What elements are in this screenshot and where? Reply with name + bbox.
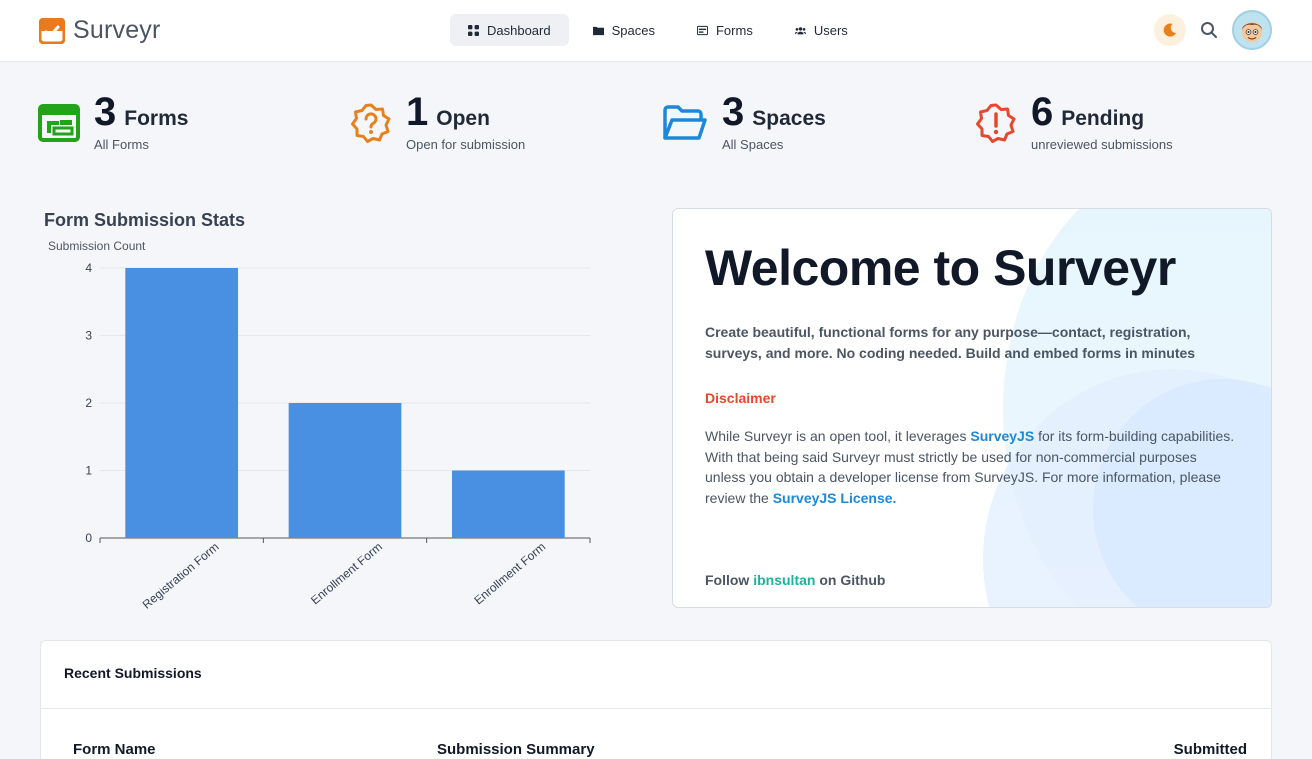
disclaimer-text-part1: While Surveyr is an open tool, it levera… — [705, 428, 971, 444]
stat-spaces: 3 Spaces All Spaces — [662, 92, 826, 152]
chart-y-tick-label: 1 — [85, 464, 92, 478]
welcome-title: Welcome to Surveyr — [705, 240, 1176, 296]
chart-y-tick-label: 0 — [85, 531, 92, 545]
nav-users[interactable]: Users — [777, 14, 866, 46]
welcome-description: Create beautiful, functional forms for a… — [705, 324, 1196, 361]
stat-open-label: Open — [436, 107, 490, 130]
chart-x-tick-label: Enrollment Form — [471, 540, 548, 608]
stat-pending: 6 Pending unreviewed submissions — [975, 92, 1173, 152]
nav-dashboard-label: Dashboard — [487, 22, 551, 38]
chart-bar — [288, 403, 402, 538]
column-header-form-name[interactable]: Form Name — [73, 741, 156, 758]
submission-bar-chart: Submission Count 0 1 2 3 4 Registration Form En… — [48, 239, 591, 612]
chart-bar — [451, 470, 565, 538]
stat-forms: 3 Forms All Forms — [38, 92, 188, 152]
moon-icon — [1163, 23, 1176, 37]
surveyjs-link[interactable]: SurveyJS — [970, 428, 1034, 444]
nav-dashboard[interactable]: Dashboard — [450, 14, 569, 46]
github-follow: Follow ibnsultan on Github — [705, 572, 885, 588]
stat-spaces-sub: All Spaces — [722, 137, 784, 152]
follow-prefix: Follow — [705, 572, 754, 588]
nav-forms[interactable]: Forms — [679, 14, 771, 46]
top-navbar: Surveyr Dashboard Spaces Forms Users — [0, 0, 1312, 62]
welcome-card: Welcome to Surveyr Create beautiful, fun… — [672, 208, 1272, 608]
folder-icon — [592, 26, 604, 35]
users-icon — [794, 26, 806, 34]
main-nav: Dashboard Spaces Forms Users — [450, 14, 866, 46]
stat-open: 1 Open Open for submission — [350, 92, 525, 152]
chart-title: Form Submission Stats — [44, 210, 246, 230]
divider — [41, 708, 1271, 709]
app-logo[interactable]: Surveyr — [39, 16, 161, 45]
chart-y-tick-label: 2 — [85, 396, 92, 410]
stat-spaces-value: 3 — [722, 90, 745, 134]
stat-pending-value: 6 — [1031, 90, 1054, 134]
grid-icon — [468, 24, 479, 36]
stat-open-sub: Open for submission — [406, 137, 526, 152]
chart-x-tick-label: Registration Form — [140, 540, 222, 612]
search-icon[interactable] — [1200, 21, 1218, 39]
stat-forms-value: 3 — [94, 90, 117, 134]
form-list-icon — [38, 104, 80, 142]
nav-users-label: Users — [813, 22, 848, 38]
chart-y-axis-label: Submission Count — [48, 239, 146, 253]
avatar-face-icon — [1242, 22, 1262, 42]
app-name: Surveyr — [73, 16, 161, 44]
disclaimer-text: While Surveyr is an open tool, it levera… — [705, 426, 1235, 508]
form-icon — [696, 25, 708, 35]
user-avatar[interactable] — [1232, 10, 1272, 50]
stat-pending-sub: unreviewed submissions — [1031, 137, 1173, 152]
recent-submissions-title: Recent Submissions — [64, 665, 202, 681]
surveyjs-license-link[interactable]: SurveyJS License. — [773, 490, 897, 506]
nav-spaces[interactable]: Spaces — [575, 14, 673, 46]
nav-forms-label: Forms — [715, 22, 753, 38]
stat-open-value: 1 — [406, 90, 429, 134]
disclaimer-title: Disclaimer — [705, 390, 776, 406]
follow-suffix: on Github — [815, 572, 886, 588]
logo-icon — [39, 17, 65, 44]
column-header-submission-summary[interactable]: Submission Summary — [437, 741, 595, 758]
recent-submissions-card: Recent Submissions Form Name Submission … — [40, 640, 1272, 759]
folder-open-icon — [663, 105, 707, 140]
chart-y-tick-label: 3 — [85, 329, 92, 343]
github-user-link[interactable]: ibnsultan — [753, 572, 815, 588]
question-badge-icon — [351, 103, 391, 143]
chart-bar — [125, 268, 239, 538]
chart-y-tick-label: 4 — [85, 261, 92, 275]
theme-toggle-button[interactable] — [1154, 14, 1186, 46]
header-actions — [1154, 10, 1272, 50]
stat-spaces-label: Spaces — [752, 107, 826, 130]
stat-forms-label: Forms — [124, 107, 189, 130]
column-header-submitted[interactable]: Submitted — [1174, 741, 1247, 758]
nav-spaces-label: Spaces — [611, 22, 655, 38]
alert-badge-icon — [976, 103, 1016, 143]
stat-forms-sub: All Forms — [94, 137, 149, 152]
stat-pending-label: Pending — [1061, 107, 1145, 130]
chart-x-tick-label: Enrollment Form — [308, 540, 385, 608]
